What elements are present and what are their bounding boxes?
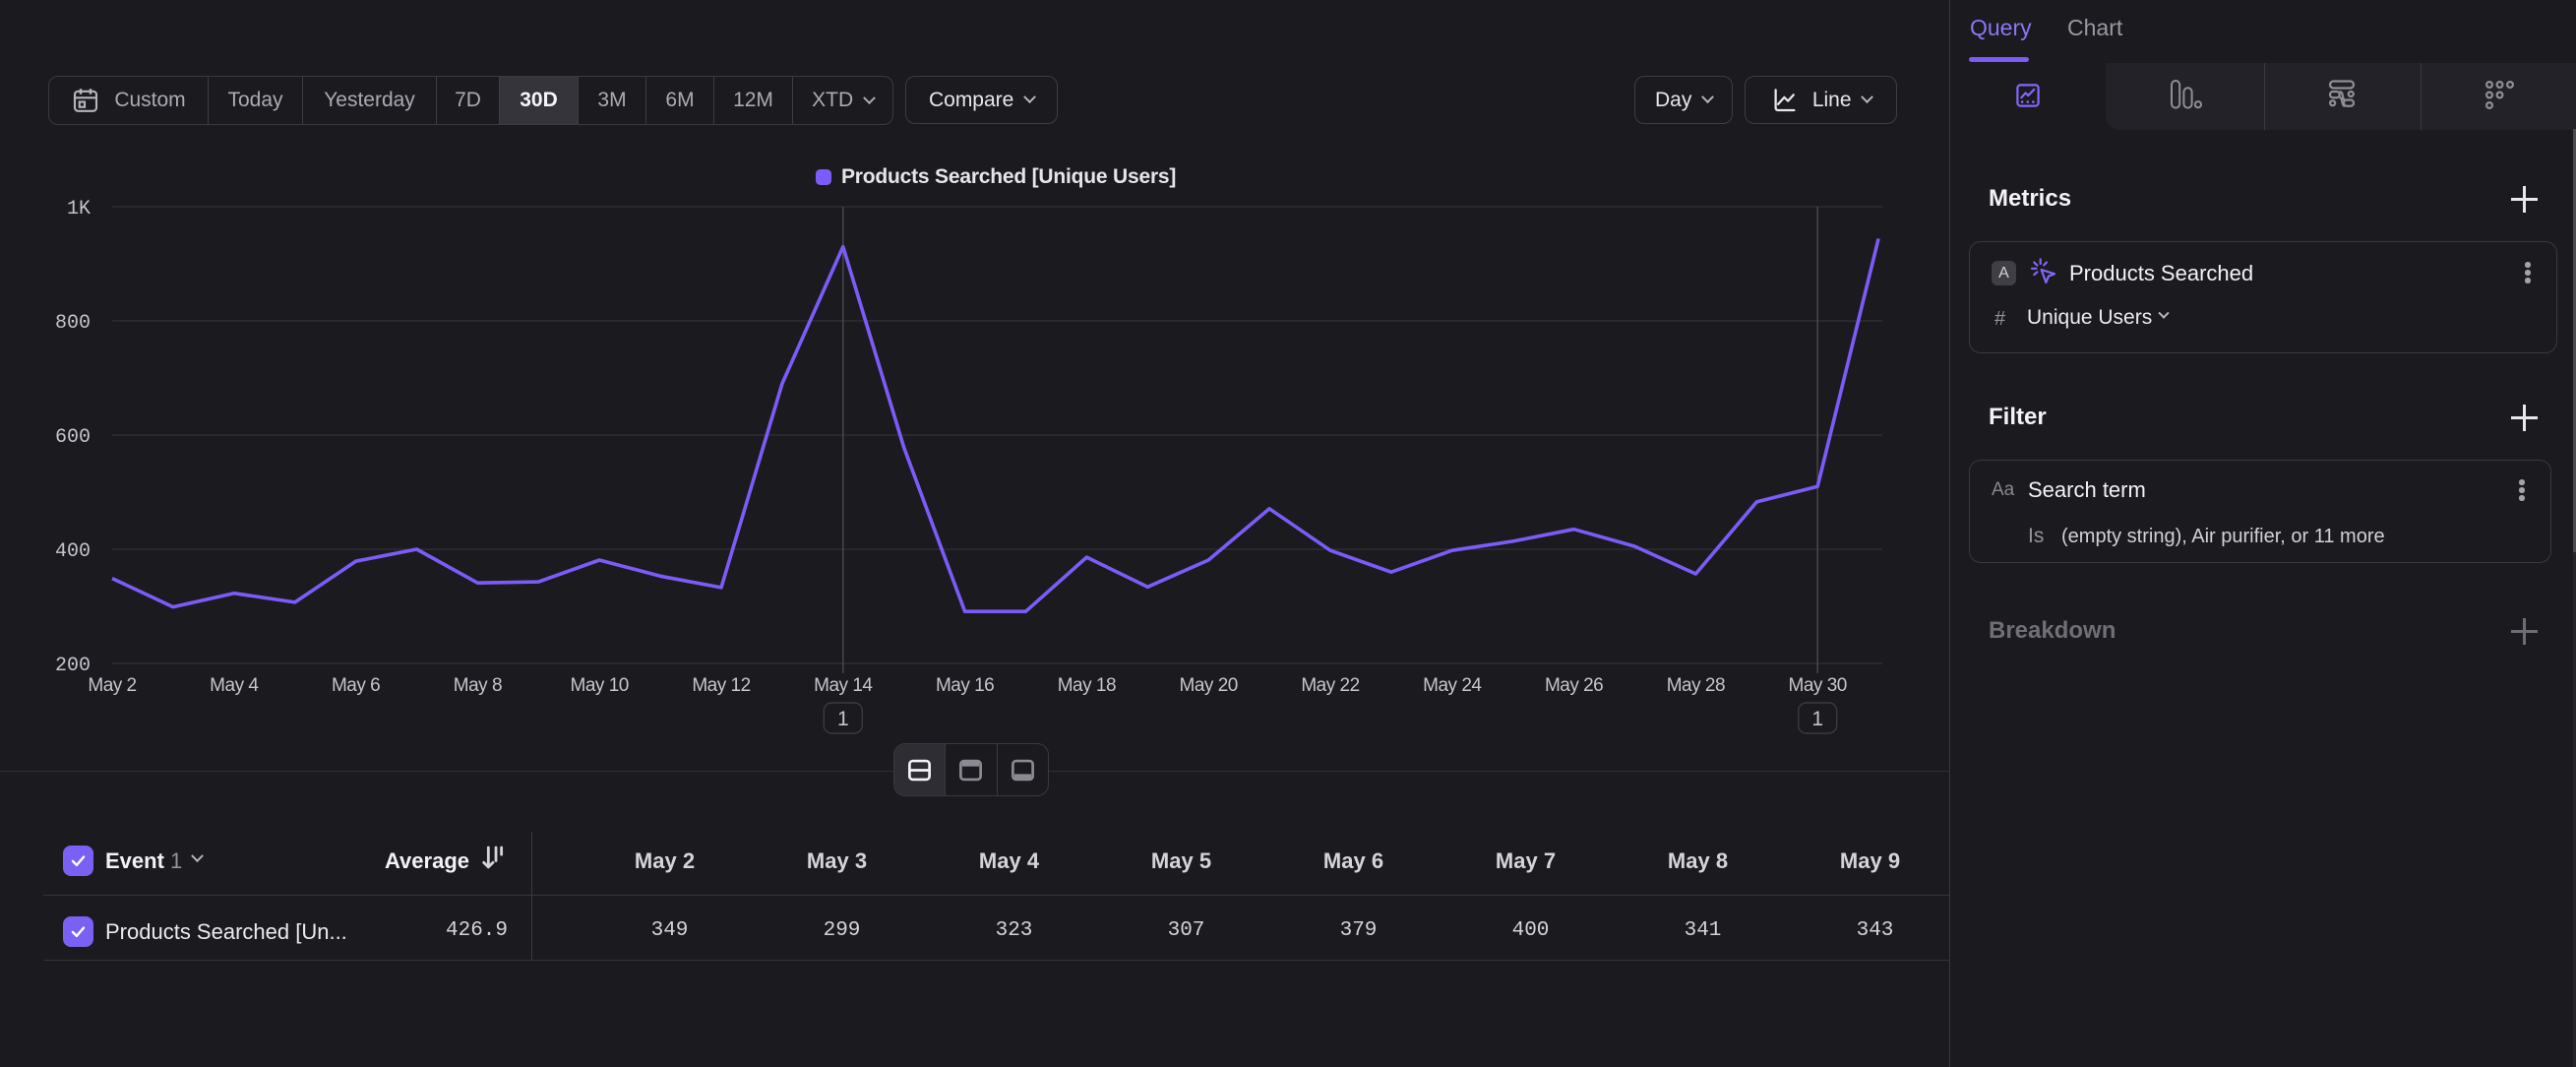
svg-text:May 24: May 24 — [1423, 675, 1482, 696]
svg-text:400: 400 — [55, 540, 91, 563]
svg-text:May 20: May 20 — [1180, 675, 1238, 696]
svg-text:600: 600 — [55, 426, 91, 449]
svg-text:1: 1 — [837, 708, 849, 730]
svg-text:200: 200 — [55, 655, 91, 677]
svg-text:May 16: May 16 — [936, 675, 994, 696]
svg-text:May 22: May 22 — [1301, 675, 1359, 696]
svg-text:May 30: May 30 — [1789, 675, 1847, 696]
svg-text:May 4: May 4 — [210, 675, 259, 696]
svg-text:May 12: May 12 — [692, 675, 750, 696]
svg-text:May 6: May 6 — [332, 675, 380, 696]
svg-text:May 14: May 14 — [814, 675, 873, 696]
svg-text:May 18: May 18 — [1058, 675, 1116, 696]
svg-text:May 8: May 8 — [454, 675, 502, 696]
svg-text:May 10: May 10 — [571, 675, 629, 696]
svg-text:May 2: May 2 — [88, 675, 136, 696]
svg-text:May 28: May 28 — [1667, 675, 1725, 696]
svg-text:800: 800 — [55, 312, 91, 335]
svg-text:1K: 1K — [67, 198, 91, 220]
svg-text:1: 1 — [1811, 708, 1823, 730]
svg-text:May 26: May 26 — [1545, 675, 1603, 696]
